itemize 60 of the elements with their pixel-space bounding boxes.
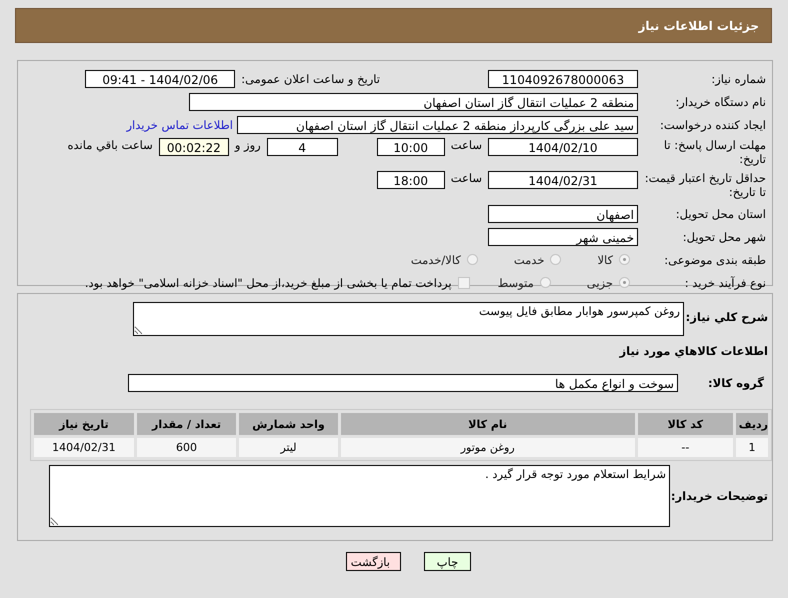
column-header: تعداد / مقدار — [136, 413, 236, 435]
countdown-field: 00:02:22 — [158, 138, 229, 156]
checkbox-label: پرداخت تمام یا بخشی از مبلغ خرید،از محل "اسناد خزانه اسلامی" خواهد بود. — [84, 276, 452, 290]
table-cell: 1 — [736, 438, 768, 457]
field-label: نوع فرآیند خرید : — [684, 276, 767, 290]
column-header: نام کالا — [340, 413, 635, 435]
contact-link[interactable]: اطلاعات تماس خریدار — [126, 118, 233, 132]
table-cell: 600 — [136, 438, 236, 457]
radio-button[interactable] — [619, 254, 630, 265]
field-label: مهلت ارسال پاسخ: تا تاریخ: — [662, 138, 767, 166]
input-field[interactable]: 18:00 — [376, 171, 445, 189]
field-label: شهر محل تحویل: — [682, 230, 767, 244]
radio-button[interactable] — [619, 277, 630, 288]
column-header: واحد شمارش — [239, 413, 338, 435]
radio-label: جزیی — [586, 276, 613, 290]
radio-label: کالا/خدمت — [410, 252, 461, 266]
field-label: گروه کالا: — [707, 376, 765, 390]
description-field[interactable]: روغن کمپرسور هوابار مطابق فایل پیوست — [133, 302, 684, 336]
field-label: روز و — [234, 138, 261, 152]
table-cell: روغن موتور — [340, 438, 635, 457]
page-title: جزئیات اطلاعات نیاز — [638, 18, 759, 32]
input-field[interactable]: اصفهان — [488, 204, 638, 222]
radio-label: متوسط — [498, 276, 534, 290]
input-field[interactable]: خمینی شهر — [488, 228, 638, 246]
field-label: ساعت — [450, 138, 482, 152]
section-heading: اطلاعات کالاهاي مورد نیاز — [618, 344, 768, 360]
radio-button[interactable] — [540, 277, 551, 288]
column-header: کد کالا — [638, 413, 734, 435]
table-cell: -- — [638, 438, 734, 457]
field-label: ساعت — [450, 171, 482, 185]
field-label: حداقل تاریخ اعتبار قیمت: تا تاریخ: — [644, 171, 767, 199]
table-cell: 1404/02/31 — [34, 438, 134, 457]
input-field[interactable]: سید علی بزرگی کارپرداز منطقه 2 عملیات انتقال گاز استان اصفهان — [237, 116, 638, 134]
column-header: ردیف — [736, 413, 768, 435]
print-button[interactable]: چاپ — [424, 552, 471, 571]
notes-field[interactable]: شرایط استعلام مورد توجه قرار گیرد . — [49, 465, 670, 527]
checkbox[interactable] — [458, 276, 470, 288]
input-field[interactable]: 1104092678000063 — [488, 70, 638, 88]
input-field[interactable]: 4 — [266, 138, 338, 156]
input-field[interactable]: منطقه 2 عملیات انتقال گاز استان اصفهان — [189, 92, 638, 110]
input-field[interactable]: 1404/02/10 — [488, 138, 638, 156]
input-field[interactable]: 1404/02/06 - 09:41 — [85, 70, 236, 88]
radio-button[interactable] — [550, 254, 562, 265]
field-label: شرح کلي نیاز: — [684, 309, 769, 324]
input-field[interactable]: 10:00 — [376, 138, 445, 156]
field-label: استان محل تحویل: — [674, 206, 767, 220]
back-button[interactable]: بازگشت — [346, 552, 401, 571]
radio-label: خدمت — [514, 252, 544, 266]
field-label: ایجاد کننده درخواست: — [659, 118, 767, 132]
input-field[interactable]: سوخت و انواع مکمل ها — [128, 374, 678, 392]
field-label: تاریخ و ساعت اعلان عمومی: — [241, 72, 380, 86]
radio-label: کالا — [597, 252, 613, 266]
field-label: ساعت باقي مانده — [68, 138, 153, 152]
field-label: شماره نیاز: — [710, 72, 767, 86]
table-cell: لیتر — [239, 438, 338, 457]
input-field[interactable]: 1404/02/31 — [488, 171, 638, 189]
field-label: طبقه بندی موضوعی: — [663, 252, 767, 266]
column-header: تاریخ نیاز — [34, 413, 134, 435]
field-label: نام دستگاه خریدار: — [674, 94, 767, 108]
radio-button[interactable] — [466, 254, 478, 265]
